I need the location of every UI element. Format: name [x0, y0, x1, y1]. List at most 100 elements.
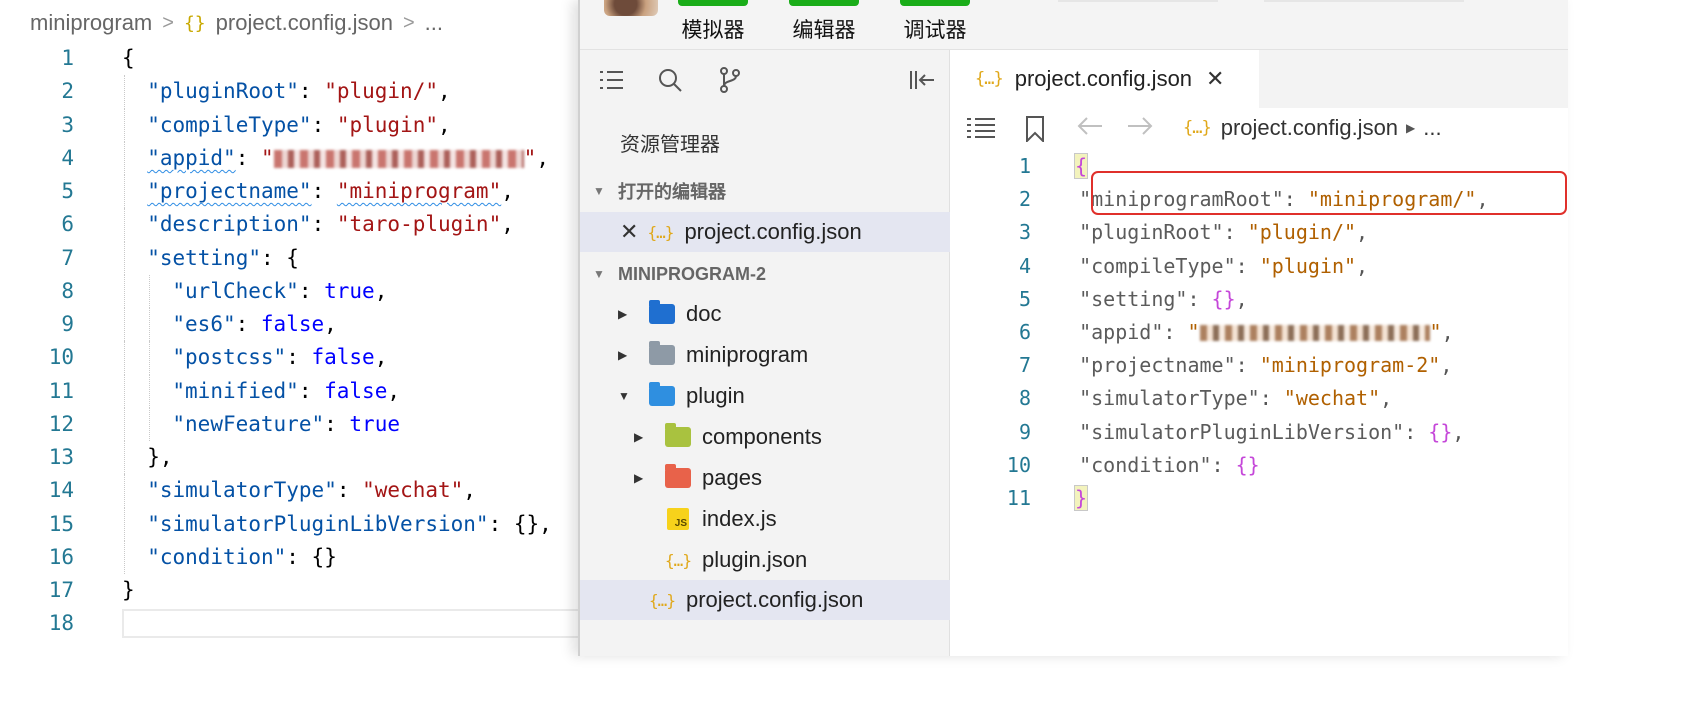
tree-item-plugin-json[interactable]: {…} plugin.json [580, 540, 950, 580]
code-token: , [374, 345, 388, 370]
indent-guide [124, 441, 125, 475]
code-token: "compileType" [147, 112, 312, 137]
open-editor-item[interactable]: ✕ {…} project.config.json [580, 212, 950, 252]
open-editors-section[interactable]: ▼ 打开的编辑器 [580, 174, 950, 208]
folder-shape [665, 423, 691, 447]
devtools-window: 模拟器 编辑器 调试器 资源管理器 ▼ 打开的编辑器 ✕ {…} project… [578, 0, 1568, 656]
line-number: 6 [61, 212, 74, 237]
line-number: 9 [1018, 419, 1031, 444]
breadcrumb-file[interactable]: project.config.json [1221, 115, 1398, 141]
outline-icon[interactable] [967, 116, 995, 144]
tree-item-label: index.js [702, 506, 777, 531]
code-text: "simulatorPluginLibVersion": {}, [1055, 416, 1464, 449]
branch-icon[interactable] [716, 66, 744, 94]
code-text: "condition": {} [147, 541, 337, 574]
code-text: "simulatorType": "wechat", [1055, 382, 1392, 415]
line-number: 17 [48, 578, 74, 602]
tree-item-miniprogram[interactable]: ▶ miniprogram [580, 335, 950, 375]
json-file-icon: {…} [1183, 118, 1212, 138]
code-token: : [324, 411, 350, 436]
code-token: "miniprogram" [336, 179, 502, 203]
editor-button[interactable]: 编辑器 [789, 0, 859, 44]
forward-arrow-icon[interactable] [1127, 116, 1153, 142]
back-arrow-icon[interactable] [1077, 116, 1103, 142]
line-number: 15 [48, 511, 74, 536]
json-file-icon: {…} [975, 69, 1004, 89]
code-text: "es6": false, [172, 308, 336, 341]
tree-item-doc[interactable]: ▶ doc [580, 294, 950, 334]
code-text: "urlCheck": true, [172, 275, 387, 308]
indent-guide [124, 175, 125, 209]
chevron-right-icon: ▶ [618, 307, 628, 321]
code-text: "appid": " ", [147, 142, 549, 175]
tree-item-pages[interactable]: ▶ pages [580, 458, 950, 498]
code-token: , [501, 212, 514, 237]
tree-item-label: plugin.json [702, 547, 808, 572]
chevron-down-icon: ▼ [593, 184, 605, 198]
debugger-button[interactable]: 调试器 [900, 0, 970, 44]
code-token: , [501, 179, 514, 203]
code-token: true [349, 411, 400, 436]
code-token: "description" [147, 212, 312, 237]
breadcrumb-more[interactable]: ... [425, 10, 443, 36]
chevron-right-icon: ▶ [634, 430, 644, 444]
list-icon[interactable] [598, 66, 626, 94]
code-token: "condition" [147, 544, 287, 569]
code-token: , [1356, 253, 1369, 278]
code-token: "projectname" [147, 179, 312, 203]
code-token: "plugin/" [324, 79, 438, 104]
js-badge: JS [667, 508, 689, 530]
breadcrumb-separator: > [402, 11, 415, 34]
breadcrumb-separator: > [162, 11, 174, 34]
tree-item-index-js[interactable]: JS index.js [580, 499, 950, 539]
code-token: false [311, 345, 375, 370]
close-icon[interactable]: ✕ [620, 219, 638, 245]
code-token: } [122, 578, 135, 602]
code-token: , [374, 278, 388, 303]
code-token: : [311, 179, 337, 203]
folder-shape [649, 382, 675, 406]
code-token: "simulatorType" [1055, 386, 1260, 411]
debugger-button-label: 调试器 [903, 19, 967, 42]
json-file-icon: {} [183, 12, 206, 34]
code-token: : [336, 478, 363, 503]
breadcrumb: miniprogram > {} project.config.json > .… [30, 8, 443, 38]
toolbar-pill[interactable] [1058, 0, 1218, 2]
code-text: "postcss": false, [172, 341, 387, 374]
code-token: , [1441, 319, 1454, 344]
simulator-button[interactable]: 模拟器 [678, 0, 748, 44]
code-token: {} [1428, 419, 1453, 444]
breadcrumb-folder[interactable]: miniprogram [30, 10, 152, 36]
collapse-sidebar-icon[interactable] [908, 66, 936, 94]
code-token: "newFeature" [172, 411, 325, 436]
open-editor-file-label: project.config.json [684, 219, 862, 244]
project-section[interactable]: ▼ MINIPROGRAM-2 [580, 257, 950, 291]
toolbar-pill[interactable] [1264, 0, 1464, 2]
breadcrumb: {…} project.config.json ▶ ... [1183, 115, 1442, 141]
left-editor-pane: miniprogram > {} project.config.json > .… [0, 0, 580, 656]
breadcrumb-more[interactable]: ... [1423, 115, 1441, 141]
breadcrumb-file[interactable]: project.config.json [216, 10, 393, 36]
tab-project-config[interactable]: {…} project.config.json ✕ [951, 50, 1259, 108]
code-token: }, [147, 445, 173, 469]
line-number: 5 [61, 179, 74, 203]
json-file-icon: {…} [664, 551, 692, 570]
code-token: false [324, 378, 388, 403]
search-icon[interactable] [656, 66, 684, 94]
folder-shape [649, 341, 675, 365]
close-icon[interactable]: ✕ [1206, 66, 1224, 92]
line-number: 11 [1006, 485, 1031, 510]
bookmark-icon[interactable] [1025, 116, 1045, 148]
tree-item-project-config-json[interactable]: {…} project.config.json [580, 580, 950, 620]
chevron-down-icon: ▼ [618, 389, 630, 403]
code-token: "setting" [1055, 286, 1188, 311]
folder-shape [649, 300, 675, 324]
tree-item-label: project.config.json [686, 587, 864, 612]
code-text: { [122, 42, 135, 75]
code-token: : [311, 212, 337, 237]
code-token: { [1073, 153, 1089, 179]
tree-item-components[interactable]: ▶ components [580, 417, 950, 457]
code-token: : [1259, 386, 1284, 411]
tree-item-plugin[interactable]: ▼ plugin [580, 376, 950, 416]
avatar[interactable] [604, 0, 658, 16]
